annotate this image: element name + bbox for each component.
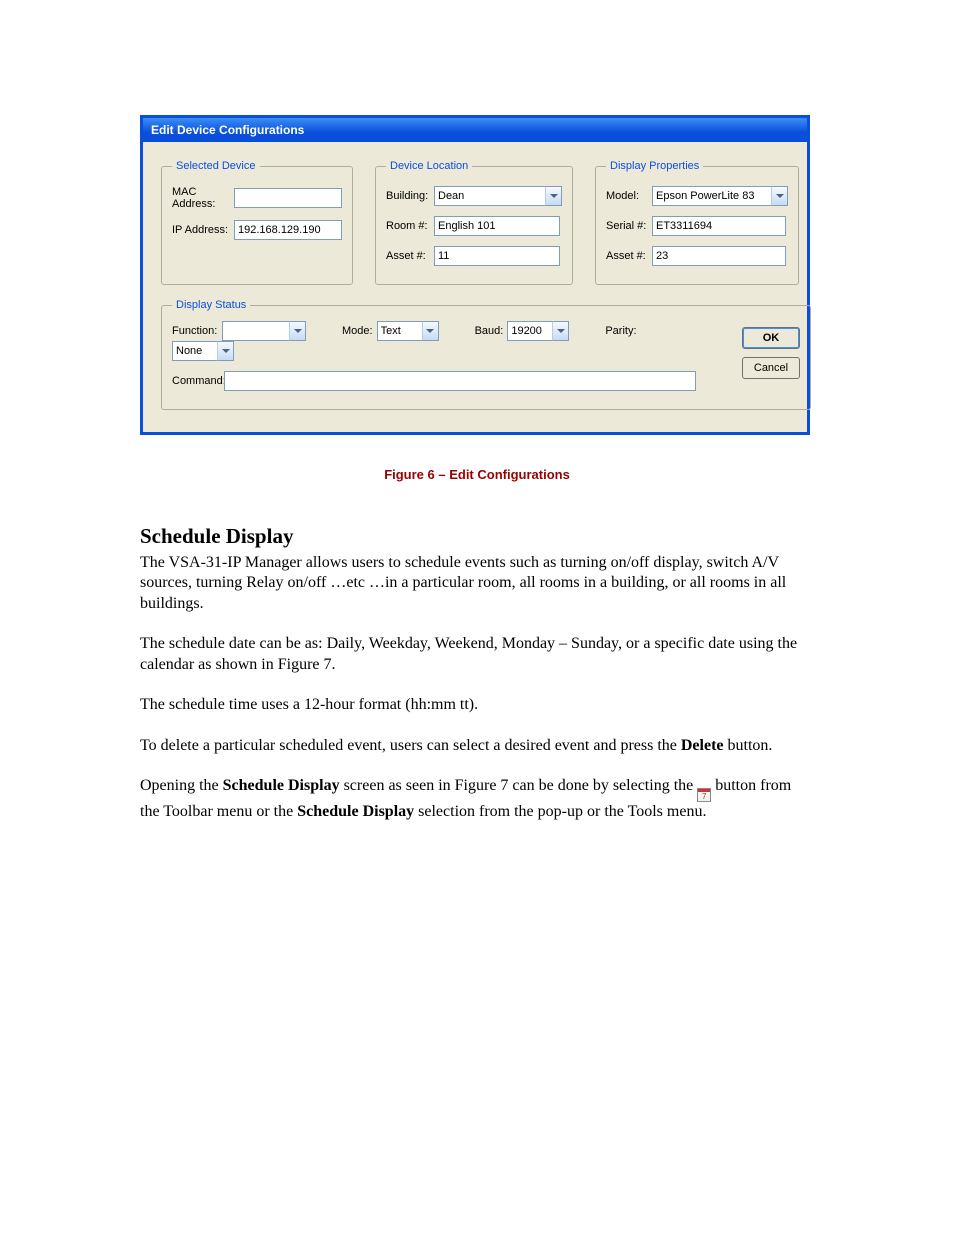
serial-input[interactable] [652,216,786,236]
function-dropdown-button[interactable] [289,321,306,341]
location-asset-input[interactable] [434,246,560,266]
ip-address-input[interactable] [234,220,342,240]
room-number-input[interactable] [434,216,560,236]
edit-device-config-dialog: Edit Device Configurations Selected Devi… [140,115,810,435]
legend-display-properties: Display Properties [606,160,703,172]
legend-selected-device: Selected Device [172,160,260,172]
mode-dropdown-button[interactable] [422,321,439,341]
group-display-properties: Display Properties Model: Serial #: Asse [595,160,799,285]
parity-dropdown-button[interactable] [217,341,234,361]
calendar-icon: 7 [697,788,711,802]
parity-select[interactable] [172,341,217,361]
building-select[interactable] [434,186,545,206]
paragraph: Opening the Schedule Display screen as s… [140,776,814,822]
model-select[interactable] [652,186,771,206]
group-selected-device: Selected Device MAC Address: IP Address: [161,160,353,285]
function-select[interactable] [222,321,289,341]
text-span: screen as seen in Figure 7 can be done b… [340,777,698,794]
text-span: button. [724,737,773,754]
baud-select[interactable] [507,321,552,341]
mode-select[interactable] [377,321,422,341]
text-bold: Schedule Display [223,777,340,794]
legend-display-status: Display Status [172,299,250,311]
command-input[interactable] [224,371,696,391]
text-span: Opening the [140,777,223,794]
cancel-button[interactable]: Cancel [742,357,800,379]
label-mode: Mode: [342,325,373,337]
label-baud: Baud: [475,325,504,337]
label-command: Command: [172,375,224,387]
figure-caption: Figure 6 – Edit Configurations [140,467,814,482]
building-dropdown-button[interactable] [545,186,562,206]
props-asset-input[interactable] [652,246,786,266]
label-props-asset: Asset #: [606,250,652,262]
ok-button[interactable]: OK [742,327,800,349]
chevron-down-icon [426,329,434,333]
chevron-down-icon [550,194,558,198]
text-bold: Delete [681,737,724,754]
label-function: Function: [172,325,220,337]
chevron-down-icon [222,349,230,353]
label-building: Building: [386,190,434,202]
group-device-location: Device Location Building: Room #: Asset [375,160,573,285]
mac-address-input[interactable] [234,188,342,208]
text-span: selection from the pop-up or the Tools m… [414,803,706,820]
chevron-down-icon [294,329,302,333]
baud-dropdown-button[interactable] [552,321,569,341]
label-ip-address: IP Address: [172,224,234,236]
chevron-down-icon [776,194,784,198]
paragraph: To delete a particular scheduled event, … [140,736,814,756]
paragraph: The schedule time uses a 12-hour format … [140,695,814,715]
label-room-number: Room #: [386,220,434,232]
label-serial: Serial #: [606,220,652,232]
section-heading-schedule-display: Schedule Display [140,524,814,549]
paragraph: The VSA-31-IP Manager allows users to sc… [140,553,814,614]
group-display-status: Display Status Function: Mode: [161,299,811,410]
label-model: Model: [606,190,652,202]
label-location-asset: Asset #: [386,250,434,262]
text-span: To delete a particular scheduled event, … [140,737,681,754]
label-parity: Parity: [605,325,636,337]
label-mac-address: MAC Address: [172,186,234,210]
dialog-titlebar[interactable]: Edit Device Configurations [143,118,807,142]
model-dropdown-button[interactable] [771,186,788,206]
paragraph: The schedule date can be as: Daily, Week… [140,634,814,675]
text-bold: Schedule Display [297,803,414,820]
chevron-down-icon [557,329,565,333]
legend-device-location: Device Location [386,160,472,172]
